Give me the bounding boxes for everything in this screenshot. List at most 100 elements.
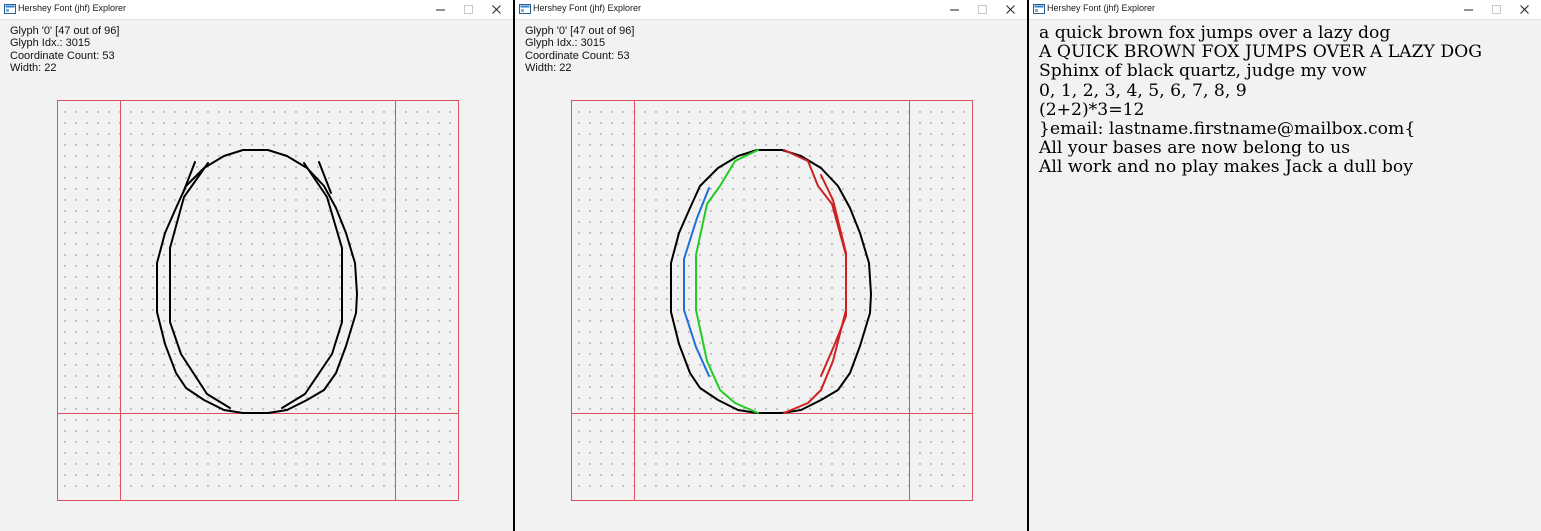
grid-dot	[163, 155, 165, 157]
grid-dot	[174, 309, 176, 311]
grid-dot	[776, 298, 778, 300]
grid-dot	[251, 331, 253, 333]
grid-dot	[372, 199, 374, 201]
grid-dot	[163, 386, 165, 388]
grid-dot	[919, 364, 921, 366]
grid-dot	[666, 430, 668, 432]
grid-dot	[875, 408, 877, 410]
grid-dot	[229, 188, 231, 190]
grid-dot	[196, 474, 198, 476]
grid-dot	[798, 342, 800, 344]
grid-dot	[578, 188, 580, 190]
grid-dot	[273, 166, 275, 168]
grid-dot	[930, 243, 932, 245]
glyph-label: Glyph '0' [47 out of 96]	[525, 25, 635, 37]
grid-dot	[688, 397, 690, 399]
grid-dot	[952, 485, 954, 487]
grid-dot	[427, 166, 429, 168]
grid-dot	[600, 364, 602, 366]
grid-dot	[86, 243, 88, 245]
grid-dot	[174, 386, 176, 388]
grid-dot	[941, 177, 943, 179]
grid-dot	[677, 353, 679, 355]
grid-dot	[295, 408, 297, 410]
grid-dot	[75, 221, 77, 223]
grid-dot	[787, 309, 789, 311]
grid-dot	[578, 419, 580, 421]
title-bar[interactable]: Hershey Font (jhf) Explorer	[1029, 0, 1541, 20]
grid-dot	[875, 177, 877, 179]
grid-dot	[776, 287, 778, 289]
grid-dot	[306, 276, 308, 278]
minimize-button[interactable]	[1455, 0, 1483, 19]
grid-dot	[449, 188, 451, 190]
grid-dot	[361, 298, 363, 300]
grid-dot	[295, 430, 297, 432]
grid-dot	[240, 111, 242, 113]
grid-dot	[589, 155, 591, 157]
grid-dot	[130, 342, 132, 344]
grid-dot	[853, 397, 855, 399]
grid-dot	[765, 353, 767, 355]
grid-dot	[875, 243, 877, 245]
grid-dot	[152, 375, 154, 377]
grid-dot	[644, 452, 646, 454]
grid-dot	[339, 177, 341, 179]
grid-dot	[251, 144, 253, 146]
grid-dot	[218, 419, 220, 421]
grid-dot	[655, 331, 657, 333]
glyph-canvas[interactable]	[515, 0, 1027, 531]
grid-dot	[842, 177, 844, 179]
maximize-button[interactable]	[1483, 0, 1511, 19]
grid-dot	[306, 397, 308, 399]
grid-dot	[218, 221, 220, 223]
grid-dot	[449, 122, 451, 124]
grid-dot	[86, 177, 88, 179]
grid-dot	[163, 474, 165, 476]
grid-dot	[919, 287, 921, 289]
grid-dot	[174, 133, 176, 135]
grid-dot	[185, 309, 187, 311]
grid-dot	[809, 397, 811, 399]
grid-dot	[405, 111, 407, 113]
grid-dot	[306, 188, 308, 190]
grid	[578, 111, 965, 487]
grid-dot	[328, 375, 330, 377]
grid-dot	[831, 133, 833, 135]
grid-dot	[185, 419, 187, 421]
grid-dot	[699, 397, 701, 399]
grid-dot	[317, 331, 319, 333]
grid-dot	[919, 353, 921, 355]
grid-dot	[273, 419, 275, 421]
grid-dot	[438, 111, 440, 113]
grid-dot	[163, 243, 165, 245]
grid-dot	[952, 397, 954, 399]
grid-dot	[710, 232, 712, 234]
glyph-canvas[interactable]	[0, 0, 513, 531]
grid-dot	[152, 298, 154, 300]
grid-dot	[328, 474, 330, 476]
grid-dot	[611, 166, 613, 168]
grid-dot	[842, 122, 844, 124]
grid-dot	[721, 276, 723, 278]
close-button[interactable]	[1511, 0, 1539, 19]
grid-dot	[622, 265, 624, 267]
grid-dot	[152, 386, 154, 388]
grid-dot	[875, 463, 877, 465]
grid-dot	[317, 155, 319, 157]
grid-dot	[75, 210, 77, 212]
grid-dot	[152, 320, 154, 322]
grid-dot	[787, 430, 789, 432]
grid-dot	[721, 342, 723, 344]
grid-dot	[721, 419, 723, 421]
grid-dot	[328, 353, 330, 355]
grid-dot	[295, 342, 297, 344]
grid-dot	[677, 155, 679, 157]
grid-dot	[152, 221, 154, 223]
grid-dot	[229, 353, 231, 355]
grid-dot	[699, 419, 701, 421]
grid-dot	[710, 210, 712, 212]
grid-dot	[655, 287, 657, 289]
grid-dot	[611, 364, 613, 366]
grid-dot	[776, 232, 778, 234]
